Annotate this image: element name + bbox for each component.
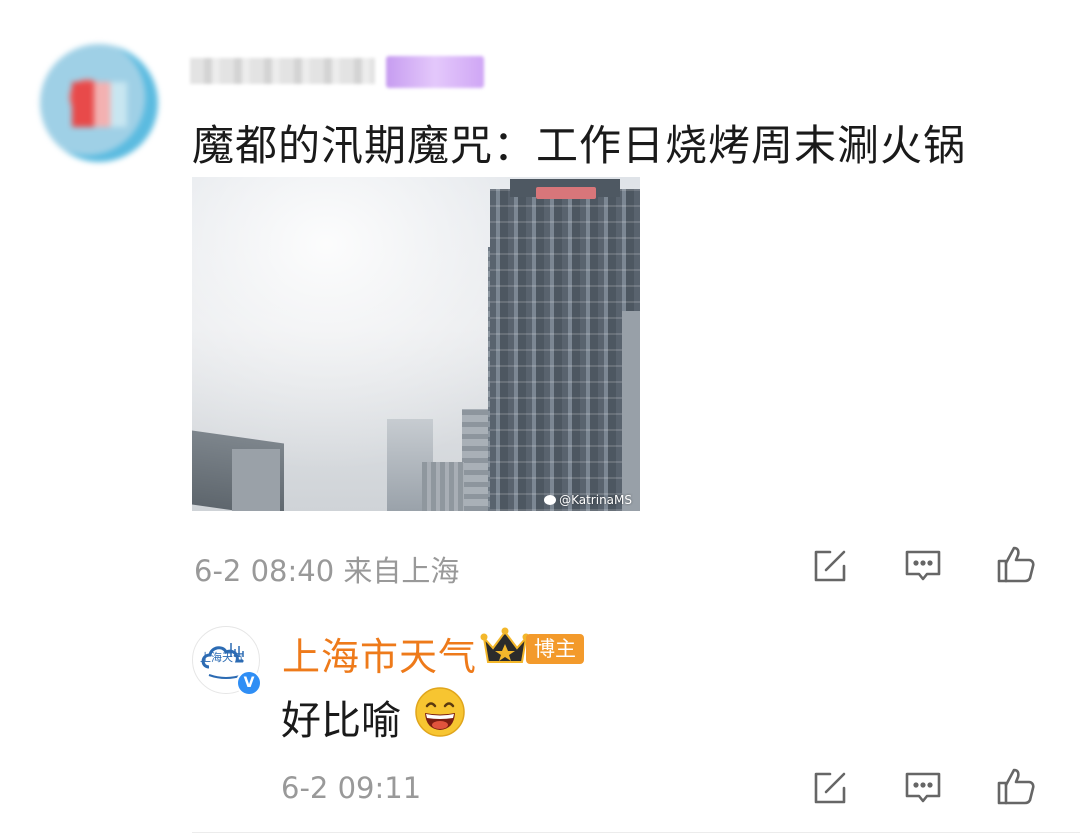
blogger-badge: 博主 [526,634,584,664]
user-avatar[interactable] [40,44,158,162]
photo-building [622,311,640,511]
user-tag-blurred [386,56,484,88]
post-text: 魔都的汛期魔咒：工作日烧烤周末涮火锅 [192,121,967,170]
post-meta: 6-2 08:40 来自上海 [194,548,459,590]
post-location: 来自上海 [343,554,460,588]
post-timestamp: 6-2 08:40 [194,554,335,588]
comment-icon[interactable] [903,768,943,808]
comment-icon[interactable] [903,546,943,586]
photo-watermark: @KatrinaMS [544,493,632,507]
like-icon[interactable] [996,544,1036,584]
watermark-text: @KatrinaMS [559,493,632,507]
share-icon[interactable] [810,546,850,586]
like-icon[interactable] [996,766,1036,806]
reply-username[interactable]: 上海市天气 [282,626,477,681]
verified-icon: V [236,670,262,696]
laughing-emoji-icon [414,686,466,738]
weibo-icon [544,495,557,505]
photo-tower-logo [536,187,596,199]
reply-avatar-text: 上海天气 [200,651,244,664]
divider [192,832,1080,833]
reply-timestamp: 6-2 09:11 [281,771,422,805]
crown-icon [480,626,530,668]
share-icon[interactable] [810,768,850,808]
reply-text: 好比喻 [281,698,401,744]
post-photo[interactable]: @KatrinaMS [192,177,640,511]
photo-main-tower [490,189,640,511]
photo-building [422,462,464,511]
photo-building [232,449,280,511]
username-blurred[interactable] [190,58,375,84]
